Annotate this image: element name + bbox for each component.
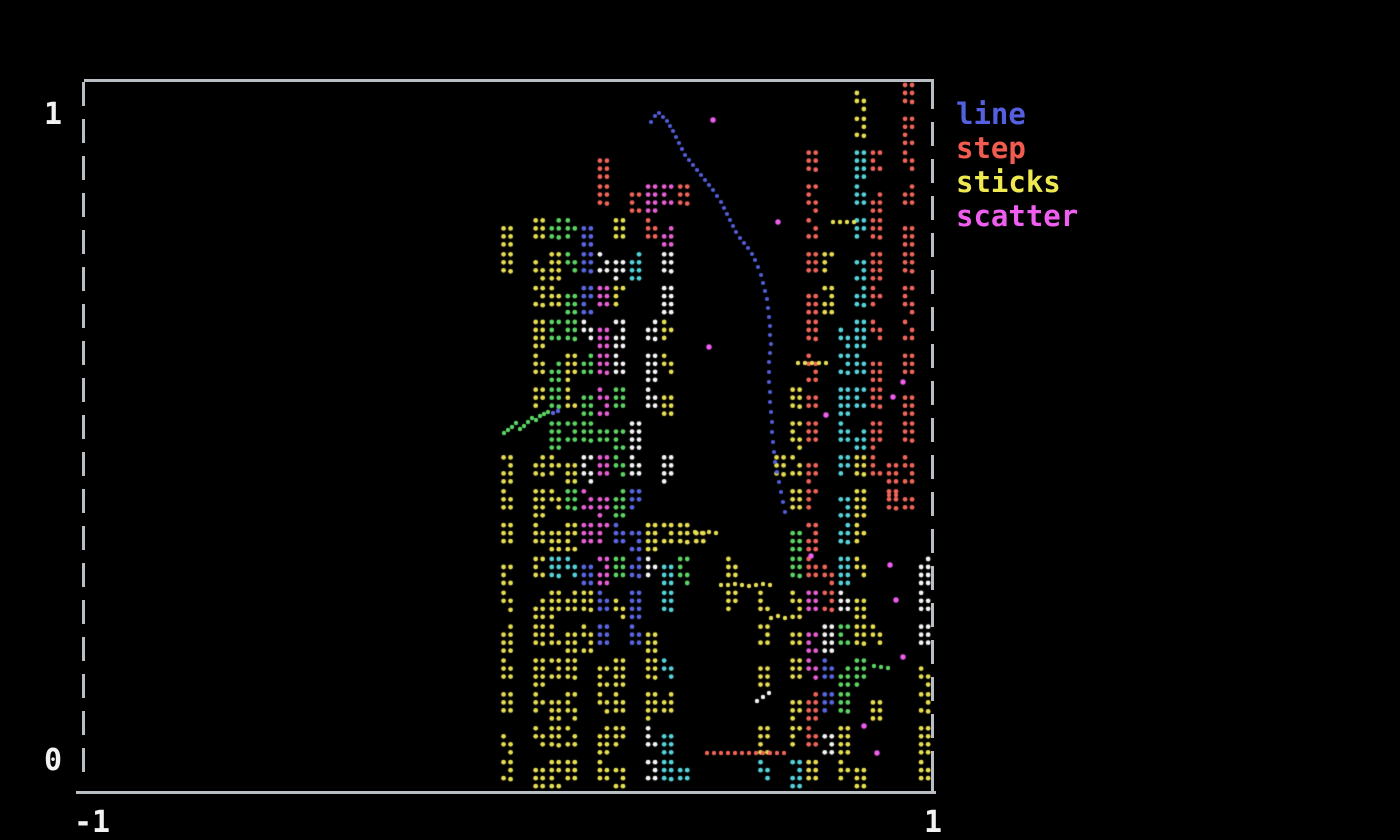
legend-item-sticks: sticks xyxy=(956,165,1078,199)
plot-corner-bottom-right xyxy=(931,772,934,792)
legend: line step sticks scatter xyxy=(956,97,1078,233)
plot-border-top xyxy=(84,79,933,82)
y-axis-label-max: 1 xyxy=(28,98,62,132)
plot-border-left xyxy=(82,82,85,780)
plot-dots-canvas xyxy=(0,0,1400,840)
y-axis-label-min: 0 xyxy=(28,744,62,778)
x-axis-label-max: 1 xyxy=(903,806,963,840)
plot-border-right xyxy=(931,85,934,789)
plot-border-bottom xyxy=(76,791,936,794)
terminal-plot-screen: 1 0 -1 1 line step sticks scatter xyxy=(0,0,1400,840)
plot-corner-top-right xyxy=(931,79,934,90)
legend-item-step: step xyxy=(956,131,1078,165)
legend-item-line: line xyxy=(956,97,1078,131)
legend-item-scatter: scatter xyxy=(956,199,1078,233)
x-axis-label-min: -1 xyxy=(62,806,122,840)
